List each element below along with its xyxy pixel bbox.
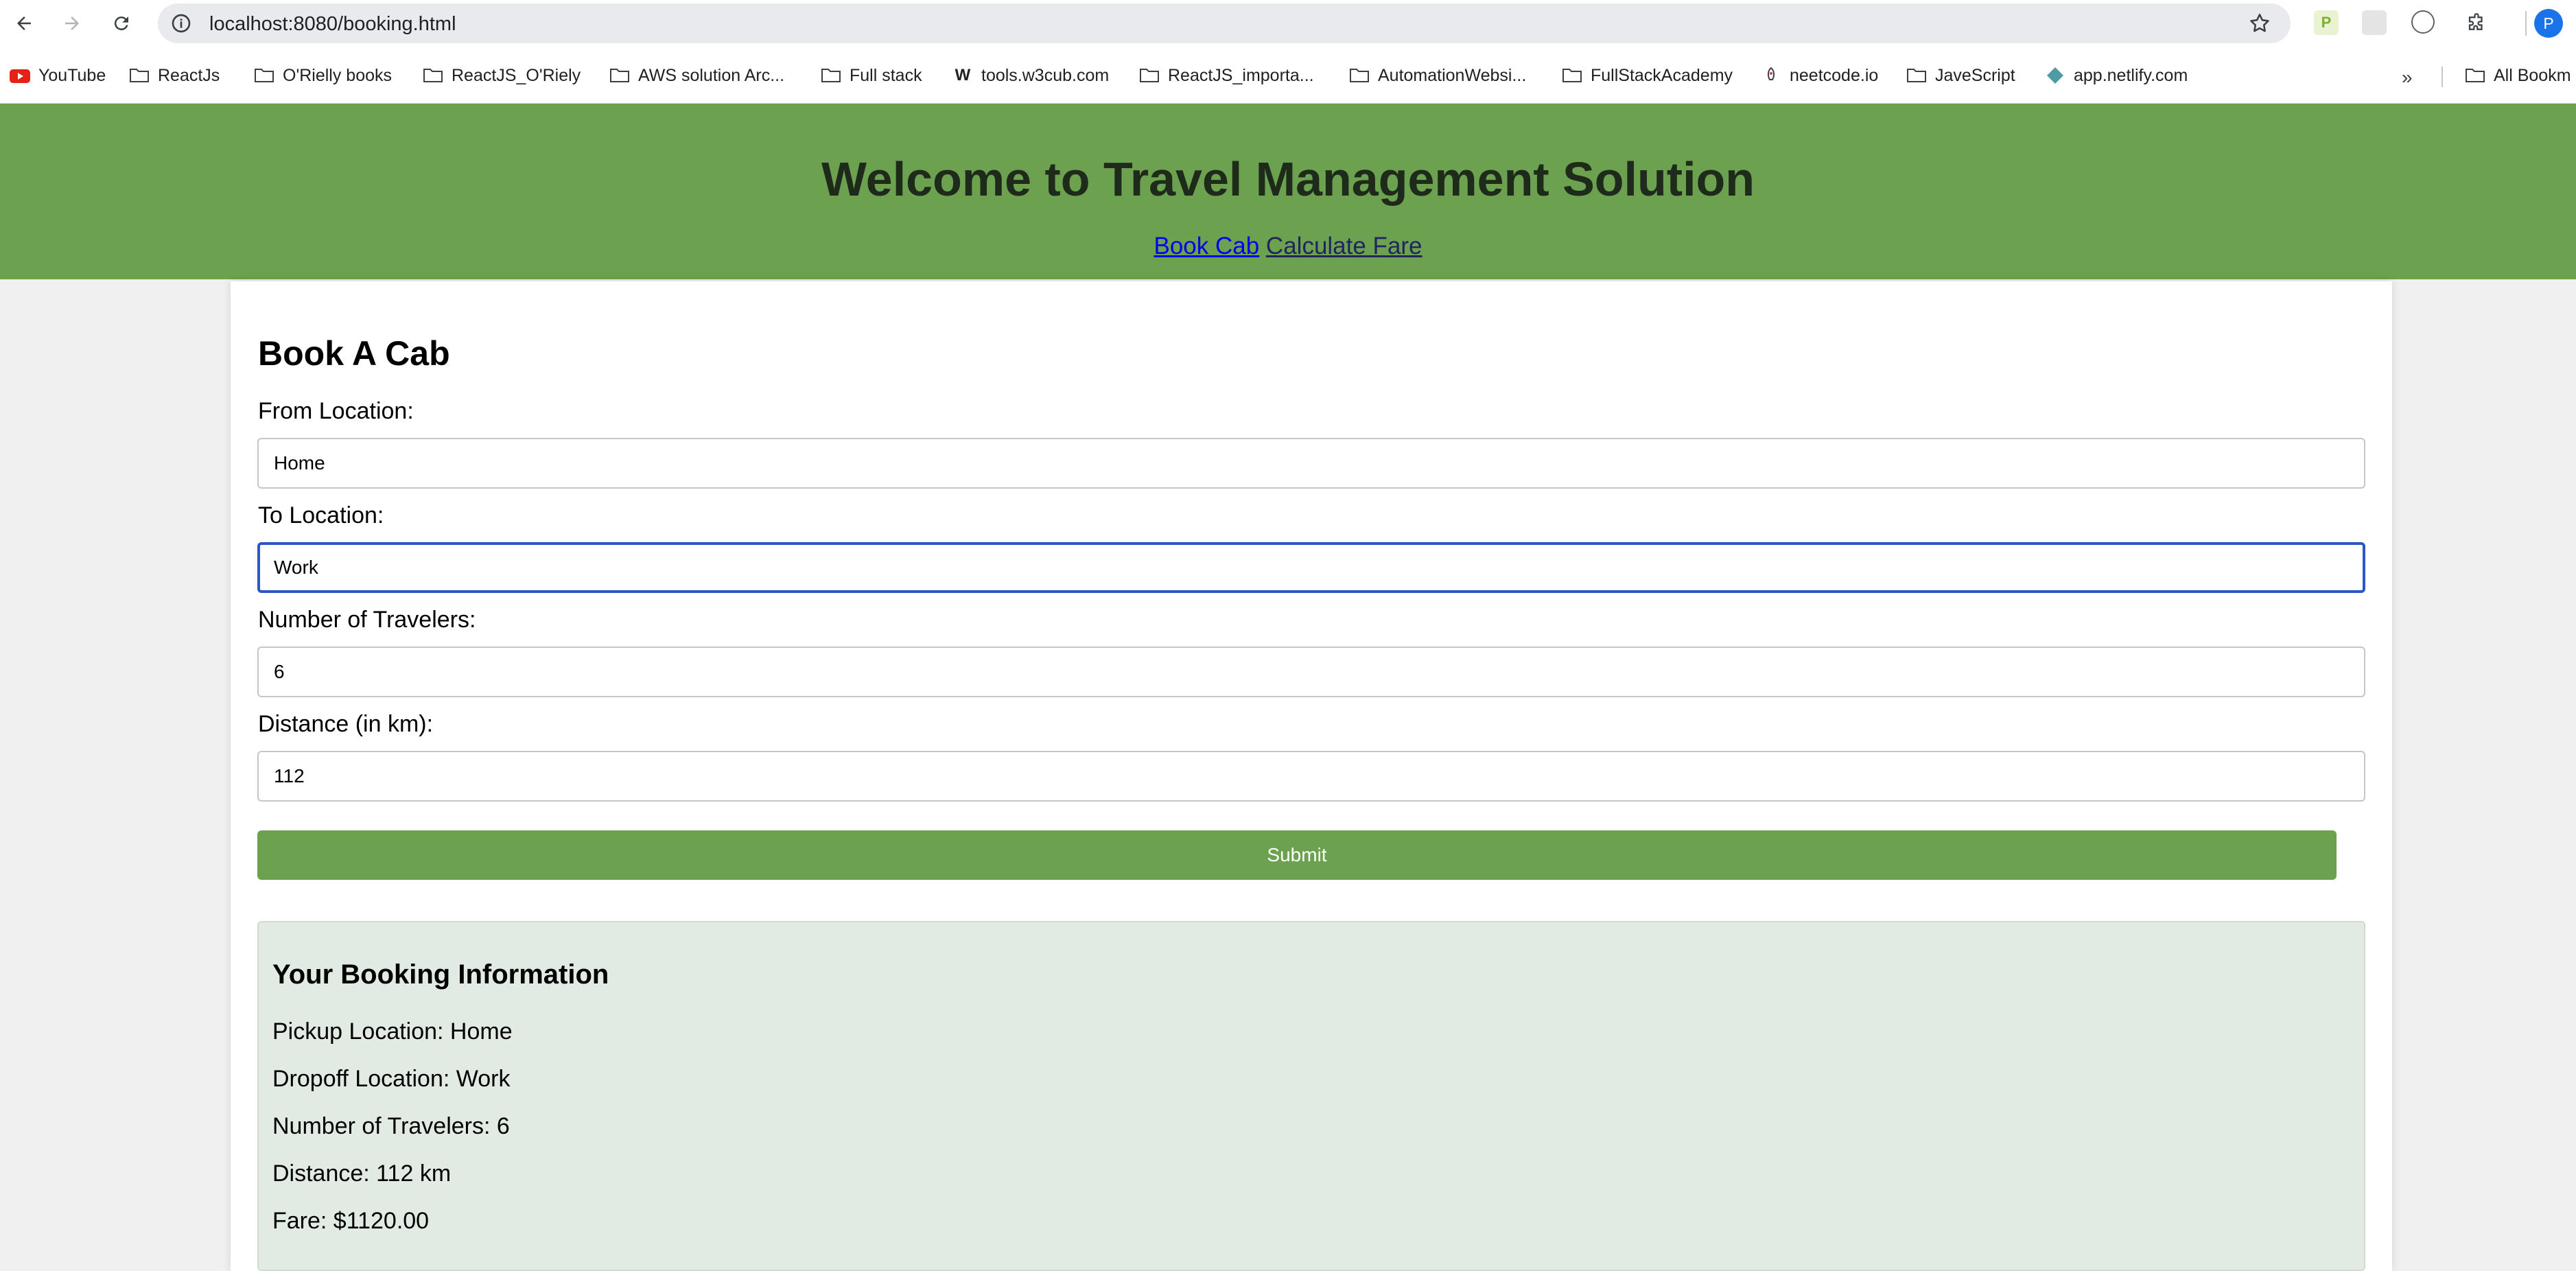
bookmark-label: All Bookm xyxy=(2494,65,2571,85)
bookmark-reactjs-oriely[interactable]: ReactJS_O'Riely xyxy=(423,65,581,86)
from-location-label: From Location: xyxy=(258,398,414,424)
folder-icon xyxy=(609,66,630,85)
folder-icon xyxy=(1139,66,1160,85)
bookmark-label: app.netlify.com xyxy=(2074,65,2188,85)
folder-icon xyxy=(2465,66,2485,85)
booking-info-panel: Your Booking Information Pickup Location… xyxy=(257,921,2365,1271)
from-location-input[interactable] xyxy=(257,438,2365,489)
back-icon[interactable] xyxy=(7,6,41,40)
rocket-icon xyxy=(1761,66,1781,85)
bookmark-javescript[interactable]: JaveScript xyxy=(1906,65,2015,86)
folder-icon xyxy=(1906,66,1927,85)
bookmark-label: YouTube xyxy=(38,65,106,85)
booking-card: Book A Cab From Location: To Location: N… xyxy=(231,281,2392,1271)
bookmark-netlify[interactable]: app.netlify.com xyxy=(2045,65,2188,86)
bookmark-fullstackacademy[interactable]: FullStackAcademy xyxy=(1562,65,1733,86)
to-location-label: To Location: xyxy=(258,502,384,528)
form-title: Book A Cab xyxy=(258,334,450,373)
all-bookmarks[interactable]: All Bookm xyxy=(2465,65,2571,86)
nav-link-calculate-fare[interactable]: Calculate Fare xyxy=(1266,233,1422,259)
more-bookmarks-chevron-icon[interactable]: » xyxy=(2402,67,2413,89)
url-text[interactable]: localhost:8080/booking.html xyxy=(209,13,456,36)
toolbar-divider xyxy=(2525,11,2527,36)
header-nav: Book Cab Calculate Fare xyxy=(0,233,2576,260)
page-header: Welcome to Travel Management Solution Bo… xyxy=(0,104,2576,279)
distance-input[interactable] xyxy=(257,751,2365,802)
bookmark-label: Full stack xyxy=(850,65,922,85)
nav-link-book-cab[interactable]: Book Cab xyxy=(1154,233,1259,259)
bookmark-label: AutomationWebsi... xyxy=(1378,65,1527,85)
bookmark-label: ReactJS_importa... xyxy=(1168,65,1314,85)
netlify-icon xyxy=(2045,66,2065,85)
bookmark-star-icon[interactable] xyxy=(2248,12,2271,35)
profile-avatar[interactable]: P xyxy=(2534,9,2563,38)
extension-p-icon[interactable]: P xyxy=(2314,10,2339,35)
reload-icon[interactable] xyxy=(104,6,139,40)
travelers-count-text: Number of Travelers: 6 xyxy=(272,1113,510,1139)
travelers-label: Number of Travelers: xyxy=(258,607,476,633)
distance-label: Distance (in km): xyxy=(258,711,434,737)
folder-icon xyxy=(423,66,443,85)
bookmarks-bar: YouTube ReactJs O'Rielly books ReactJS_O… xyxy=(0,46,2576,104)
bookmark-aws-solution[interactable]: AWS solution Arc... xyxy=(609,65,784,86)
extensions-puzzle-icon[interactable] xyxy=(2459,6,2494,40)
bookmark-full-stack[interactable]: Full stack xyxy=(821,65,922,86)
bookmark-youtube[interactable]: YouTube xyxy=(10,65,106,86)
pickup-location-text: Pickup Location: Home xyxy=(272,1018,513,1045)
fare-text: Fare: $1120.00 xyxy=(272,1208,430,1234)
bookmark-label: AWS solution Arc... xyxy=(638,65,785,85)
extension-grid-icon[interactable] xyxy=(2362,10,2387,35)
bookmark-oreilly-books[interactable]: O'Rielly books xyxy=(254,65,392,86)
bookmark-label: neetcode.io xyxy=(1790,65,1879,85)
bookmark-label: ReactJS_O'Riely xyxy=(452,65,581,85)
bookmark-label: JaveScript xyxy=(1935,65,2015,85)
extension-code-icon[interactable] xyxy=(2411,10,2435,34)
folder-icon xyxy=(821,66,841,85)
dropoff-location-text: Dropoff Location: Work xyxy=(272,1066,511,1092)
youtube-icon xyxy=(10,66,30,85)
page-title: Welcome to Travel Management Solution xyxy=(821,152,1755,206)
folder-icon xyxy=(254,66,274,85)
bookmark-automationwebsi[interactable]: AutomationWebsi... xyxy=(1349,65,1526,86)
folder-icon xyxy=(1349,66,1370,85)
bookmarks-divider xyxy=(2442,67,2443,87)
distance-text: Distance: 112 km xyxy=(272,1161,452,1187)
to-location-input[interactable] xyxy=(257,542,2365,593)
bookmark-label: FullStackAcademy xyxy=(1591,65,1733,85)
site-info-icon[interactable] xyxy=(170,12,192,34)
forward-icon[interactable] xyxy=(55,6,89,40)
bookmark-label: O'Rielly books xyxy=(283,65,392,85)
bookmark-label: tools.w3cub.com xyxy=(981,65,1110,85)
bookmark-w3cub[interactable]: W tools.w3cub.com xyxy=(952,65,1110,86)
folder-icon xyxy=(1562,66,1582,85)
bookmark-label: ReactJs xyxy=(158,65,220,85)
browser-toolbar: localhost:8080/booking.html P P xyxy=(0,0,2576,46)
booking-info-title: Your Booking Information xyxy=(272,959,609,990)
bookmark-reactjs[interactable]: ReactJs xyxy=(129,65,220,86)
bookmark-reactjs-importa[interactable]: ReactJS_importa... xyxy=(1139,65,1314,86)
submit-button[interactable]: Submit xyxy=(257,830,2337,880)
bookmark-neetcode[interactable]: neetcode.io xyxy=(1761,65,1878,86)
address-bar[interactable]: localhost:8080/booking.html xyxy=(158,3,2291,43)
folder-icon xyxy=(129,66,150,85)
w3cub-icon: W xyxy=(955,66,971,84)
travelers-input[interactable] xyxy=(257,646,2365,697)
